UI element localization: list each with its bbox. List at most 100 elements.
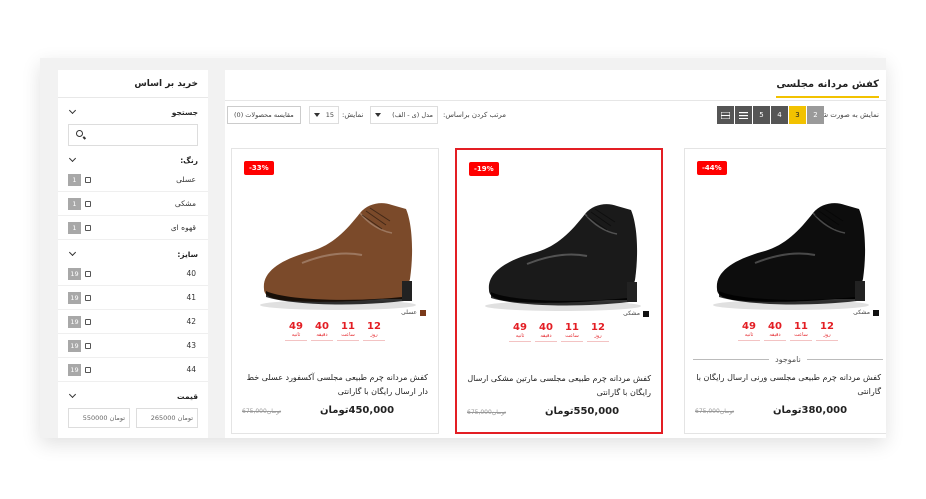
timer-hours: 11 ساعت [561, 322, 583, 342]
old-price: 675,000تومان [695, 408, 735, 415]
price-section-label: قیمت [177, 391, 198, 401]
search-section-header[interactable]: جستجو [58, 104, 208, 120]
color-indicator: عسلی [401, 309, 426, 316]
filter-sidebar: خرید بر اساس جستجو رنگ: عسلی 1 مشکی 1 قهوه ا… [58, 70, 208, 438]
color-name: مشکی [623, 310, 640, 317]
size-option[interactable]: 42 19 [58, 310, 208, 334]
checkbox[interactable] [85, 224, 91, 231]
timer-hours-unit: ساعت [341, 332, 355, 338]
chevron-down-icon [68, 391, 78, 401]
color-option-count: 1 [68, 221, 81, 234]
timer-seconds-unit: ثانیه [515, 333, 525, 339]
product-name[interactable]: کفش مردانه چرم طبیعی مجلسی آکسفورد عسلی … [242, 371, 428, 399]
size-option-label: 40 [186, 269, 196, 278]
countdown-timer: 12 روز 11 ساعت 40 دقیقه 49 ثانیه [232, 321, 438, 341]
timer-minutes-value: 40 [539, 322, 553, 333]
compare-products-button[interactable]: مقایسه محصولات (0) [227, 106, 301, 124]
product-card[interactable]: -19% مشکی 12 روز 11 ساعت 40 دقیقه 49 ثانیه کفش مرد… [455, 148, 663, 434]
product-price: 550,000تومان [545, 406, 620, 417]
search-section-label: جستجو [171, 107, 198, 117]
checkbox[interactable] [85, 366, 91, 373]
timer-days: 12 روز [363, 321, 385, 341]
show-label: نمایش: [342, 111, 364, 119]
size-option-count: 19 [68, 291, 81, 304]
price-section-header[interactable]: قیمت [58, 388, 208, 404]
search-icon[interactable] [76, 130, 83, 137]
timer-hours-value: 11 [341, 321, 355, 332]
page-title: کفش مردانه مجلسی [776, 79, 879, 98]
size-option-label: 44 [186, 365, 196, 374]
checkbox[interactable] [85, 176, 91, 183]
timer-seconds-unit: ثانیه [744, 332, 754, 338]
size-option-label: 42 [186, 317, 196, 326]
size-section-header[interactable]: سایز: [58, 246, 208, 262]
color-section-header[interactable]: رنگ: [58, 152, 208, 168]
size-option[interactable]: 41 19 [58, 286, 208, 310]
color-option[interactable]: قهوه ای 1 [58, 216, 208, 240]
product-name[interactable]: کفش مردانه چرم طبیعی مجلسی ورنی ارسال را… [695, 371, 881, 399]
product-card[interactable]: -44% مشکی 12 روز 11 ساعت 40 دقیقه 49 ثانیه ناموجود… [684, 148, 886, 434]
out-of-stock-label: ناموجود [692, 354, 883, 364]
price-max-input[interactable]: تومان 550000 [68, 408, 130, 428]
timer-minutes-unit: دقیقه [769, 332, 781, 338]
checkbox[interactable] [85, 270, 91, 277]
size-option-count: 19 [68, 267, 81, 280]
listing-toolbar: نمایش به صورت شبکه: 2 3 4 5 مرتب کردن بر… [225, 106, 886, 126]
per-page-value: 15 [325, 111, 334, 119]
product-listing: کفش مردانه مجلسی نمایش به صورت شبکه: 2 3… [225, 70, 886, 438]
old-price: 675,000تومان [242, 408, 282, 415]
caret-down-icon [375, 113, 381, 117]
checkbox[interactable] [85, 294, 91, 301]
page-button-2[interactable]: 2 [807, 106, 824, 124]
sidebar-title: خرید بر اساس [58, 70, 208, 98]
product-price: 380,000تومان [773, 405, 848, 416]
sidebar-search-input[interactable] [68, 124, 198, 146]
shoe-image[interactable] [242, 171, 430, 321]
size-option-count: 19 [68, 363, 81, 376]
size-option-count: 19 [68, 339, 81, 352]
per-page-select[interactable]: 15 [309, 106, 339, 124]
timer-minutes-unit: دقیقه [540, 333, 552, 339]
size-option-count: 19 [68, 315, 81, 328]
timer-minutes-value: 40 [768, 321, 782, 332]
color-name: مشکی [853, 309, 870, 316]
product-name[interactable]: کفش مردانه چرم طبیعی مجلسی مارتین مشکی ا… [467, 372, 651, 400]
page-frame: خرید بر اساس جستجو رنگ: عسلی 1 مشکی 1 قهوه ا… [40, 58, 886, 438]
color-option[interactable]: مشکی 1 [58, 192, 208, 216]
timer-hours: 11 ساعت [337, 321, 359, 341]
page-button-5[interactable]: 5 [753, 106, 770, 124]
table-icon [720, 111, 731, 120]
timer-minutes: 40 دقیقه [535, 322, 557, 342]
shoe-image[interactable] [467, 172, 655, 322]
size-option[interactable]: 40 19 [58, 262, 208, 286]
color-option-label: عسلی [176, 175, 196, 184]
chevron-down-icon [68, 249, 78, 259]
list-view-button[interactable] [735, 106, 752, 124]
timer-days-value: 12 [591, 322, 605, 333]
out-of-stock-text: ناموجود [775, 354, 801, 364]
price-min-input[interactable]: تومان 265000 [136, 408, 198, 428]
chevron-down-icon [68, 155, 78, 165]
checkbox[interactable] [85, 200, 91, 207]
timer-minutes-value: 40 [315, 321, 329, 332]
timer-days-unit: روز [370, 332, 378, 338]
color-swatch [643, 310, 649, 317]
timer-hours-unit: ساعت [565, 333, 579, 339]
page-button-4[interactable]: 4 [771, 106, 788, 124]
size-option[interactable]: 44 19 [58, 358, 208, 382]
color-option[interactable]: عسلی 1 [58, 168, 208, 192]
timer-minutes: 40 دقیقه [764, 321, 786, 341]
color-option-count: 1 [68, 173, 81, 186]
checkbox[interactable] [85, 318, 91, 325]
timer-days-unit: روز [823, 332, 831, 338]
size-option[interactable]: 43 19 [58, 334, 208, 358]
shoe-image[interactable] [695, 171, 883, 321]
timer-seconds-value: 49 [513, 322, 527, 333]
caret-down-icon [314, 113, 320, 117]
page-button-3[interactable]: 3 [789, 106, 806, 124]
checkbox[interactable] [85, 342, 91, 349]
sort-select[interactable]: مدل (ی - الف) [370, 106, 438, 124]
table-view-button[interactable] [717, 106, 734, 124]
product-card[interactable]: -33% عسلی 12 روز 11 ساعت 40 دقیقه 49 ثانیه کفش مرد… [231, 148, 439, 434]
color-swatch [873, 309, 879, 316]
